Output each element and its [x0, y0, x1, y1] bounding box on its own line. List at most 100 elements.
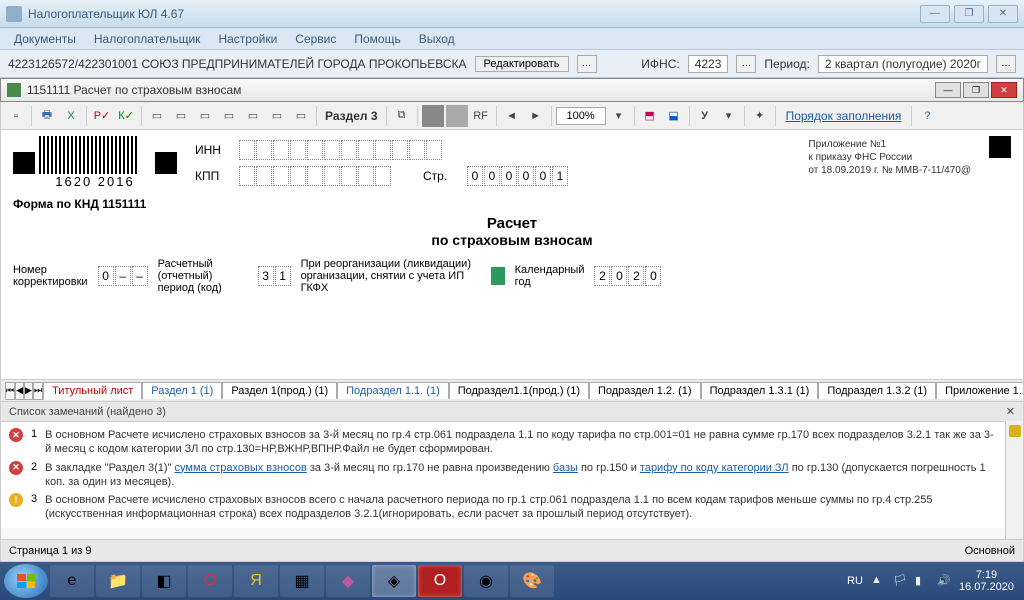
- tab-section-1-cont[interactable]: Раздел 1(прод.) (1): [222, 382, 337, 399]
- doc-titlebar: 1151111 Расчет по страховым взносам — ❐ …: [0, 78, 1024, 102]
- period-more-button[interactable]: …: [996, 55, 1016, 73]
- issue-number: 2: [31, 461, 37, 473]
- doc-minimize-button[interactable]: —: [935, 82, 961, 98]
- param-period-cells[interactable]: 31: [258, 266, 291, 286]
- menu-exit[interactable]: Выход: [411, 30, 463, 48]
- tab-section-1[interactable]: Раздел 1 (1): [142, 382, 222, 399]
- tb-toggle-icon[interactable]: ⧉: [391, 105, 413, 127]
- period-label: Период:: [764, 57, 809, 71]
- taskbar-opera-icon[interactable]: O: [188, 565, 232, 597]
- new-icon[interactable]: ▫: [5, 105, 27, 127]
- help-icon[interactable]: ?: [916, 105, 938, 127]
- tab-prev-button[interactable]: ◀: [15, 382, 24, 400]
- tab-sub-1-1[interactable]: Подраздел 1.1. (1): [337, 382, 449, 399]
- zoom-input[interactable]: [556, 107, 606, 125]
- issues-marker-icon[interactable]: [1009, 425, 1021, 437]
- taskbar-ie-icon[interactable]: e: [50, 565, 94, 597]
- org-more-button[interactable]: …: [577, 55, 597, 73]
- issue-number: 1: [31, 428, 37, 440]
- param-reorg-cell[interactable]: [491, 267, 505, 285]
- warning-icon: !: [9, 493, 23, 507]
- tb-icon-5[interactable]: ▭: [242, 105, 264, 127]
- orgbar: 4223126572/422301001 СОЮЗ ПРЕДПРИНИМАТЕЛ…: [0, 50, 1024, 78]
- zoom-dropdown-icon[interactable]: ▾: [608, 105, 630, 127]
- taskbar-paint-icon[interactable]: 🎨: [510, 565, 554, 597]
- tb-color-2-icon[interactable]: [446, 105, 468, 127]
- tb-color-1-icon[interactable]: [422, 105, 444, 127]
- wand-icon[interactable]: ✦: [749, 105, 771, 127]
- issues-close-button[interactable]: ✕: [1006, 405, 1015, 418]
- doc-close-button[interactable]: ✕: [991, 82, 1017, 98]
- taskbar-explorer-icon[interactable]: 📁: [96, 565, 140, 597]
- tb-icon-6[interactable]: ▭: [266, 105, 288, 127]
- tb-tool-2-icon[interactable]: ⬓: [663, 105, 685, 127]
- tab-sub-1-1-cont[interactable]: Подраздел1.1(прод.) (1): [449, 382, 589, 399]
- menu-help[interactable]: Помощь: [346, 30, 408, 48]
- inn-cells[interactable]: [239, 140, 442, 160]
- excel-icon[interactable]: X: [60, 105, 82, 127]
- tab-sub-1-2[interactable]: Подраздел 1.2. (1): [589, 382, 701, 399]
- tray-lang[interactable]: RU: [847, 575, 863, 587]
- taskbar-app-4-icon[interactable]: ◈: [372, 565, 416, 597]
- taskbar-chrome-icon[interactable]: ◉: [464, 565, 508, 597]
- param-year-cells[interactable]: 2020: [594, 266, 661, 286]
- tab-appendix-1-1[interactable]: Приложение 1.1: [936, 382, 1023, 399]
- tab-nav: ⏮ ◀ ▶ ⏭ Титульный лист Раздел 1 (1) Разд…: [1, 379, 1023, 401]
- titlebar: Налогоплательщик ЮЛ 4.67 — ❐ ✕: [0, 0, 1024, 28]
- taskbar-app-1-icon[interactable]: ◧: [142, 565, 186, 597]
- prev-page-icon[interactable]: ◄: [501, 105, 523, 127]
- tab-title-page[interactable]: Титульный лист: [43, 382, 142, 400]
- issue-text: В основном Расчете исчислено страховых в…: [45, 428, 997, 457]
- check-p-icon[interactable]: Р✓: [91, 105, 113, 127]
- kpp-cells[interactable]: [239, 166, 391, 186]
- menu-documents[interactable]: Документы: [6, 30, 84, 48]
- issue-row[interactable]: ! 3 В основном Расчете исчислено страхов…: [1, 491, 1005, 524]
- tb-icon-1[interactable]: ▭: [146, 105, 168, 127]
- tray-network-icon[interactable]: ▮: [915, 574, 929, 588]
- tab-first-button[interactable]: ⏮: [5, 382, 15, 400]
- page-indicator: Страница 1 из 9: [9, 545, 91, 557]
- menu-settings[interactable]: Настройки: [210, 30, 285, 48]
- underline-icon[interactable]: У: [694, 105, 716, 127]
- param-period-label: Расчетный (отчетный) период (код): [158, 258, 248, 294]
- taskbar-yandex-icon[interactable]: Я: [234, 565, 278, 597]
- tray-icon-1[interactable]: ▲: [871, 574, 885, 588]
- tray-flag-icon[interactable]: 🏳: [893, 574, 907, 588]
- start-button[interactable]: [4, 564, 48, 598]
- taskbar-app-3-icon[interactable]: ◆: [326, 565, 370, 597]
- tb-icon-3[interactable]: ▭: [194, 105, 216, 127]
- knd-code: Форма по КНД 1151111: [13, 197, 146, 211]
- tab-sub-1-3-1[interactable]: Подраздел 1.3.1 (1): [701, 382, 819, 399]
- tab-last-button[interactable]: ⏭: [33, 382, 43, 400]
- issue-row[interactable]: ✕ 2 В закладке "Раздел 3(1)" сумма страх…: [1, 459, 1005, 492]
- next-page-icon[interactable]: ►: [525, 105, 547, 127]
- menu-taxpayer[interactable]: Налогоплательщик: [86, 30, 209, 48]
- error-icon: ✕: [9, 428, 23, 442]
- maximize-button[interactable]: ❐: [954, 5, 984, 23]
- edit-button[interactable]: Редактировать: [475, 56, 569, 72]
- fill-order-link[interactable]: Порядок заполнения: [780, 109, 908, 123]
- menu-service[interactable]: Сервис: [287, 30, 344, 48]
- minimize-button[interactable]: —: [920, 5, 950, 23]
- close-button[interactable]: ✕: [988, 5, 1018, 23]
- ifns-more-button[interactable]: …: [736, 55, 756, 73]
- doc-maximize-button[interactable]: ❐: [963, 82, 989, 98]
- tray-clock[interactable]: 7:19 16.07.2020: [959, 569, 1014, 593]
- tab-next-button[interactable]: ▶: [24, 382, 33, 400]
- taskbar-app-2-icon[interactable]: ▦: [280, 565, 324, 597]
- tray-volume-icon[interactable]: 🔊: [937, 574, 951, 588]
- tb-icon-4[interactable]: ▭: [218, 105, 240, 127]
- tb-icon-7[interactable]: ▭: [290, 105, 312, 127]
- param-corr-cells[interactable]: 0––: [98, 266, 148, 286]
- param-year-label: Календарный год: [515, 264, 585, 288]
- app-icon: [6, 6, 22, 22]
- print-icon[interactable]: 🖶: [36, 105, 58, 127]
- taskbar-app-5-icon[interactable]: O: [418, 565, 462, 597]
- check-k-icon[interactable]: К✓: [115, 105, 137, 127]
- tab-sub-1-3-2[interactable]: Подраздел 1.3.2 (1): [818, 382, 936, 399]
- tb-dropdown-icon[interactable]: ▾: [718, 105, 740, 127]
- tb-icon-2[interactable]: ▭: [170, 105, 192, 127]
- issue-row[interactable]: ✕ 1 В основном Расчете исчислено страхов…: [1, 426, 1005, 459]
- tb-rf-icon[interactable]: RF: [470, 105, 492, 127]
- tb-tool-1-icon[interactable]: ⬒: [639, 105, 661, 127]
